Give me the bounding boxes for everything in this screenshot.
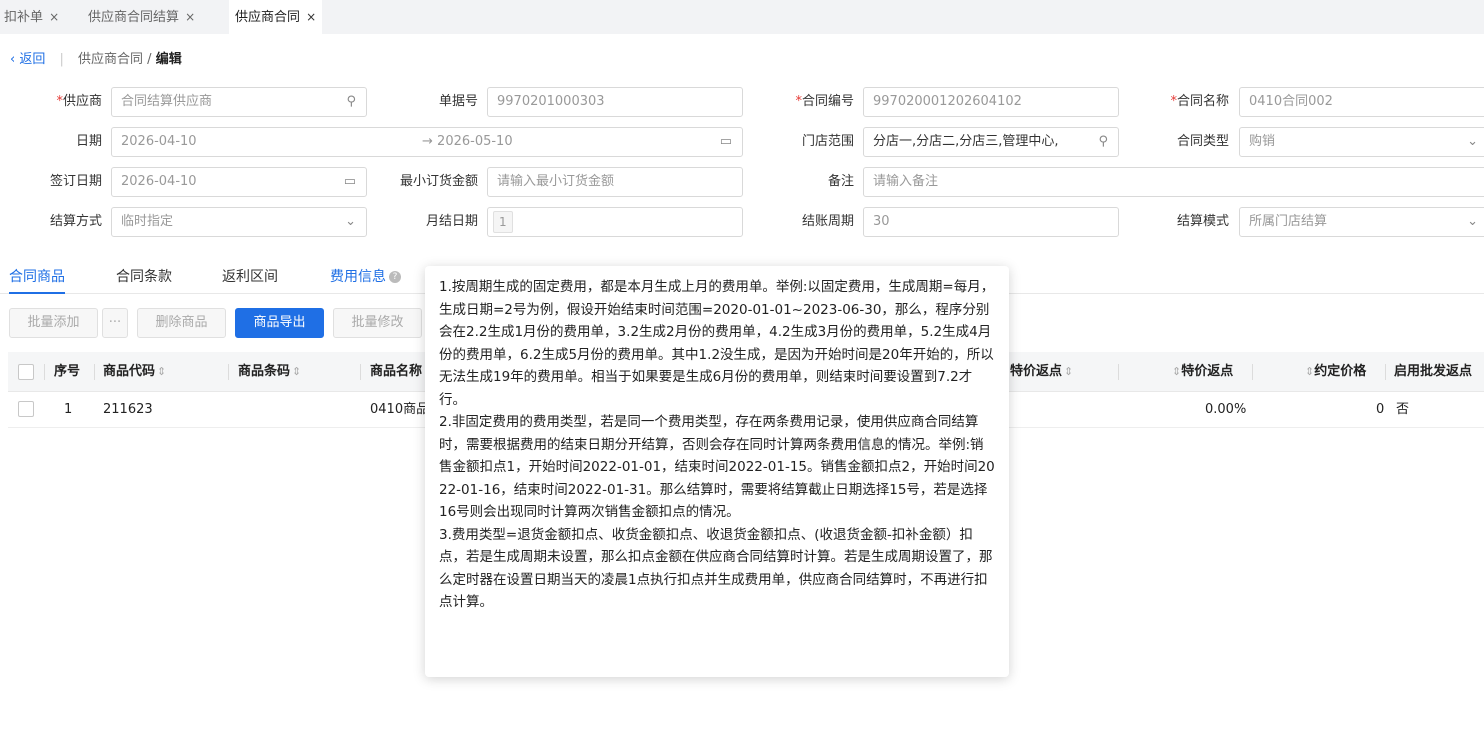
tab-label: 供应商合同 <box>235 10 301 25</box>
tab-bar: 扣补单 × 供应商合同结算 × 供应商合同 × <box>0 0 1484 34</box>
col-divider <box>360 364 361 380</box>
batch-edit-button[interactable]: 批量修改 <box>333 308 422 338</box>
date-end[interactable]: 2026-05-10 <box>437 134 513 149</box>
col-divider <box>1385 364 1386 380</box>
col-divider <box>94 364 95 380</box>
contract-type-label: 合同类型 <box>1176 134 1229 149</box>
chevron-left-icon: ‹ <box>10 52 20 67</box>
chevron-down-icon: ⌄ <box>1467 214 1478 229</box>
contract-no-field[interactable]: 997020001202604102 <box>863 87 1119 117</box>
help-icon[interactable]: ? <box>389 271 401 283</box>
remark-label: 备注 <box>827 174 854 189</box>
date-range-picker[interactable]: 2026-04-10 → 2026-05-10 ▭ <box>111 127 743 157</box>
delete-goods-button[interactable]: 删除商品 <box>137 308 226 338</box>
month-day-field[interactable]: 1 <box>487 207 743 237</box>
tab-contract-terms[interactable]: 合同条款 <box>116 266 172 294</box>
row-wholesale: 否 <box>1396 402 1410 417</box>
tab-label: 供应商合同结算 <box>88 10 180 25</box>
contract-type-select[interactable]: 购销 ⌄ <box>1239 127 1484 157</box>
tab-supplier-contract[interactable]: 供应商合同 × <box>229 0 323 34</box>
date-start[interactable]: 2026-04-10 <box>121 134 197 149</box>
date-range-arrow: → 2026-05-10 <box>422 134 513 149</box>
remark-input[interactable]: 请输入备注 <box>863 167 1484 197</box>
row-code: 211623 <box>103 402 153 417</box>
tab-fee-info[interactable]: 费用信息? <box>330 266 401 294</box>
store-scope-label: 门店范围 <box>801 134 854 149</box>
row-checkbox[interactable] <box>18 401 34 417</box>
col-wholesale-rebate: 启用批发返点 <box>1394 364 1473 379</box>
billing-cycle-label: 结账周期 <box>801 214 854 229</box>
sign-date-field[interactable]: 2026-04-10 ▭ <box>111 167 367 197</box>
col-agreed-price[interactable]: ⇕约定价格 <box>1303 352 1366 392</box>
col-code[interactable]: 商品代码 ⇕ <box>103 352 166 392</box>
min-order-label: 最小订货金额 <box>399 174 478 189</box>
tab-contract-goods[interactable]: 合同商品 <box>9 266 65 294</box>
divider: | <box>59 52 64 67</box>
back-label: 返回 <box>19 52 46 67</box>
contract-no-label: *合同编号 <box>795 94 854 109</box>
close-icon[interactable]: × <box>185 10 195 24</box>
sort-icon: ⇕ <box>1172 365 1182 378</box>
col-special-rebate-2[interactable]: ⇕特价返点 <box>1170 352 1233 392</box>
col-divider <box>228 364 229 380</box>
tooltip-paragraph-3: 3.费用类型=退货金额扣点、收货金额扣点、收退货金额扣点、(收退货金额-扣补金额… <box>439 526 993 611</box>
select-all-checkbox[interactable] <box>18 364 34 380</box>
billing-cycle-field[interactable]: 30 <box>863 207 1119 237</box>
month-day-value: 1 <box>493 211 513 233</box>
store-scope-field[interactable]: 分店一,分店二,分店三,管理中心, ⚲ <box>863 127 1119 157</box>
row-index: 1 <box>64 402 73 417</box>
tab-supplier-settlement[interactable]: 供应商合同结算 × <box>88 0 195 34</box>
breadcrumb-path[interactable]: 供应商合同 / <box>78 52 156 67</box>
breadcrumb: ‹ 返回 | 供应商合同 / 编辑 <box>10 50 182 70</box>
col-index: 序号 <box>54 364 81 379</box>
calendar-icon[interactable]: ▭ <box>344 168 356 196</box>
doc-no-field[interactable]: 9970201000303 <box>487 87 743 117</box>
chevron-down-icon: ⌄ <box>345 214 356 229</box>
min-order-input[interactable]: 请输入最小订货金额 <box>487 167 743 197</box>
close-icon[interactable]: × <box>49 10 59 24</box>
close-icon[interactable]: × <box>306 10 316 24</box>
more-button[interactable]: ··· <box>102 308 128 338</box>
col-special-rebate-1[interactable]: 特价返点 ⇕ <box>1010 352 1073 392</box>
supplier-label: *供应商 <box>56 94 102 109</box>
contract-name-field[interactable]: 0410合同002 <box>1239 87 1484 117</box>
sign-date-label: 签订日期 <box>49 174 102 189</box>
tab-rebate-range[interactable]: 返利区间 <box>222 266 278 294</box>
sort-icon: ⇕ <box>292 365 302 378</box>
batch-add-button[interactable]: 批量添加 <box>9 308 98 338</box>
col-barcode[interactable]: 商品条码 ⇕ <box>238 352 301 392</box>
sort-icon: ⇕ <box>1064 365 1074 378</box>
doc-no-label: 单据号 <box>438 94 478 109</box>
chevron-down-icon: ⌄ <box>1467 134 1478 149</box>
supplier-field[interactable]: 合同结算供应商 ⚲ <box>111 87 367 117</box>
col-divider <box>1118 364 1119 380</box>
row-name: 0410商品 <box>370 402 426 417</box>
sort-icon: ⇕ <box>157 365 167 378</box>
settle-method-select[interactable]: 临时指定 ⌄ <box>111 207 367 237</box>
export-goods-button[interactable]: 商品导出 <box>235 308 324 338</box>
tooltip-paragraph-2: 2.非固定费用的费用类型，若是同一个费用类型，存在两条费用记录，使用供应商合同结… <box>439 414 995 520</box>
settle-mode-select[interactable]: 所属门店结算 ⌄ <box>1239 207 1484 237</box>
col-divider <box>44 364 45 380</box>
breadcrumb-current: 编辑 <box>155 52 182 67</box>
fee-info-tooltip: 1.按周期生成的固定费用，都是本月生成上月的费用单。举例:以固定费用，生成周期=… <box>425 266 1009 677</box>
tab-label: 扣补单 <box>4 10 44 25</box>
col-name[interactable]: 商品名称 <box>370 352 426 392</box>
settle-mode-label: 结算模式 <box>1176 214 1229 229</box>
row-price: 0 <box>1376 402 1385 417</box>
month-day-label: 月结日期 <box>425 214 478 229</box>
settle-method-label: 结算方式 <box>49 214 102 229</box>
col-divider <box>1252 364 1253 380</box>
contract-name-label: *合同名称 <box>1170 94 1229 109</box>
search-icon[interactable]: ⚲ <box>1098 128 1108 156</box>
tooltip-paragraph-1: 1.按周期生成的固定费用，都是本月生成上月的费用单。举例:以固定费用，生成周期=… <box>439 279 995 408</box>
sort-icon: ⇕ <box>1305 365 1315 378</box>
date-label: 日期 <box>75 134 102 149</box>
row-rebate: 0.00% <box>1205 402 1247 417</box>
back-link[interactable]: ‹ 返回 <box>10 52 45 67</box>
tab-deduction[interactable]: 扣补单 × <box>4 0 59 34</box>
calendar-icon[interactable]: ▭ <box>720 128 732 156</box>
search-icon[interactable]: ⚲ <box>346 88 356 116</box>
